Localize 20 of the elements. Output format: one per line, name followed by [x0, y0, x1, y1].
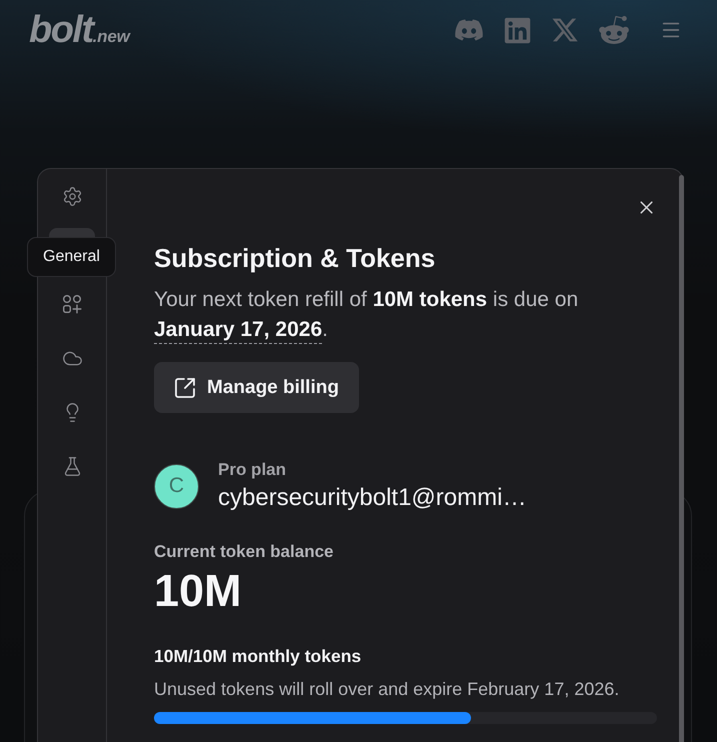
logo-text[interactable]: bolt [29, 8, 93, 52]
refill-notice: Your next token refill of 10M tokens is due on January 17, 2026. [154, 287, 580, 343]
monthly-tokens-label: 10M/10M monthly tokens [154, 645, 362, 667]
linkedin-icon[interactable] [503, 16, 532, 44]
manage-billing-button[interactable]: Manage billing [154, 362, 359, 413]
rollover-note: Unused tokens will roll over and expire February 17, 2026. [154, 678, 620, 701]
dialog-title: Subscription & Tokens [154, 242, 436, 274]
balance-value: 10M [154, 566, 242, 616]
avatar: C [154, 464, 199, 508]
apps-icon [62, 294, 82, 314]
plan-name: Pro plan [218, 460, 288, 480]
scrollbar[interactable] [679, 175, 684, 742]
tooltip: General [27, 237, 116, 277]
reddit-icon[interactable] [598, 14, 630, 46]
x-logo-icon[interactable] [551, 16, 579, 44]
external-link-icon [173, 376, 197, 400]
gear-icon [62, 186, 82, 206]
account-email: cybersecuritybolt1@rommi… [218, 484, 526, 512]
balance-label: Current token balance [154, 541, 334, 563]
logo-suffix[interactable]: .new [92, 26, 130, 46]
